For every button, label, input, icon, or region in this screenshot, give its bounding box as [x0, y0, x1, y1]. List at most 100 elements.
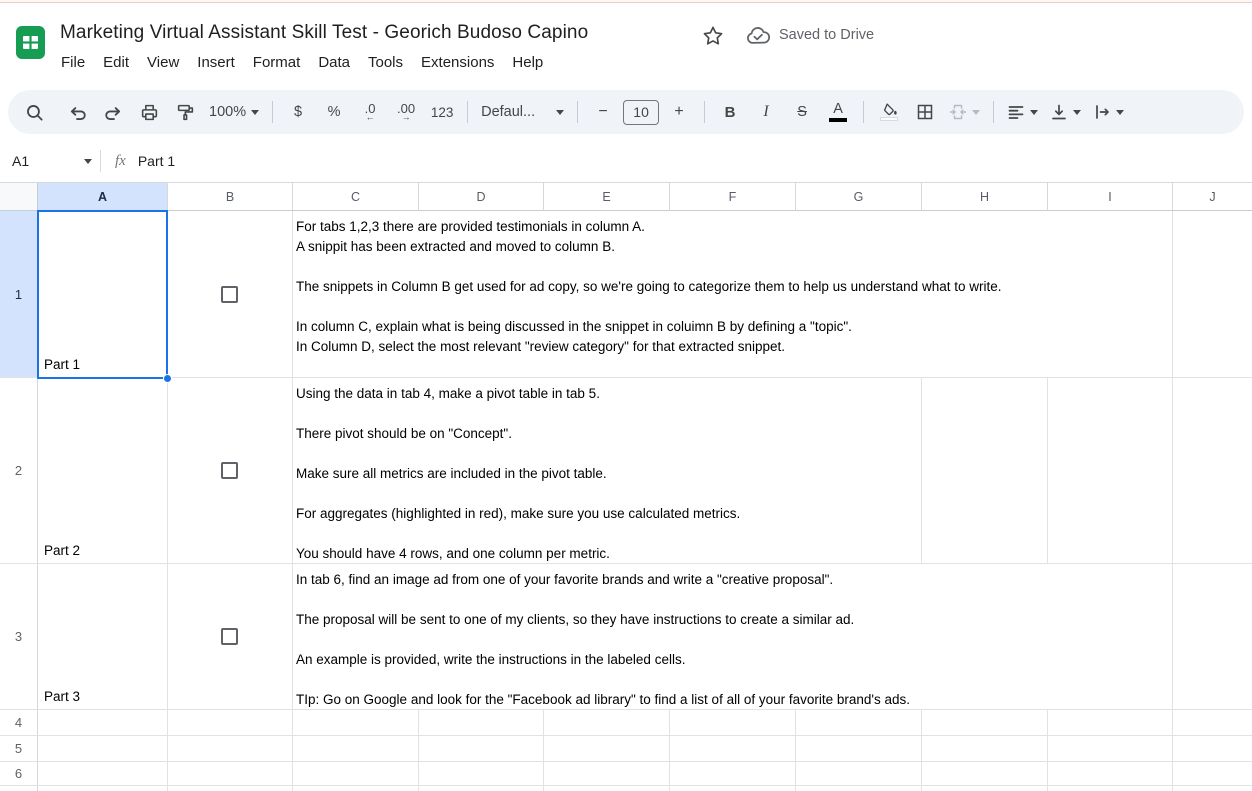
- column-header-b[interactable]: B: [168, 183, 293, 211]
- vertical-align-button[interactable]: [1047, 97, 1084, 127]
- column-header-g[interactable]: G: [796, 183, 922, 211]
- menu-extensions[interactable]: Extensions: [412, 51, 503, 74]
- text-wrapping-button[interactable]: [1090, 97, 1127, 127]
- row-header-7-partial[interactable]: [0, 786, 38, 791]
- cell-b2-checkbox[interactable]: [221, 462, 238, 479]
- divider: [993, 101, 995, 123]
- cell-c3[interactable]: In tab 6, find an image ad from one of y…: [296, 570, 1252, 710]
- column-header-f[interactable]: F: [670, 183, 796, 211]
- row-header-2[interactable]: 2: [0, 378, 38, 564]
- menu-insert[interactable]: Insert: [188, 51, 244, 74]
- font-selector[interactable]: Defaul...: [478, 97, 567, 127]
- row-5[interactable]: [38, 736, 1252, 762]
- divider: [467, 101, 469, 123]
- google-sheets-window: Marketing Virtual Assistant Skill Test -…: [0, 0, 1252, 791]
- divider: [704, 101, 706, 123]
- more-formats-button[interactable]: 123: [427, 97, 457, 127]
- bold-button[interactable]: B: [715, 97, 745, 127]
- column-header-e[interactable]: E: [544, 183, 670, 211]
- cell-a3[interactable]: Part 3: [44, 689, 80, 704]
- increase-font-size-button[interactable]: +: [664, 97, 694, 127]
- row-header-4[interactable]: 4: [0, 710, 38, 736]
- format-currency-button[interactable]: $: [283, 97, 313, 127]
- row-header-3[interactable]: 3: [0, 564, 38, 710]
- decrease-decimal-button[interactable]: .0 ←: [355, 97, 385, 127]
- menubar: File Edit View Insert Format Data Tools …: [52, 51, 552, 74]
- star-icon[interactable]: [700, 23, 726, 49]
- name-box[interactable]: A1: [0, 153, 100, 169]
- menu-data[interactable]: Data: [309, 51, 359, 74]
- row-6[interactable]: [38, 762, 1252, 786]
- menu-edit[interactable]: Edit: [94, 51, 138, 74]
- menu-help[interactable]: Help: [503, 51, 552, 74]
- horizontal-align-button[interactable]: [1004, 97, 1041, 127]
- row-1: Part 1 For tabs 1,2,3 there are provided…: [38, 211, 1252, 378]
- paint-format-button[interactable]: [170, 97, 200, 127]
- fill-color-swatch: [880, 117, 899, 121]
- document-title[interactable]: Marketing Virtual Assistant Skill Test -…: [60, 22, 588, 44]
- chevron-down-icon: [1116, 109, 1125, 115]
- row-4[interactable]: [38, 710, 1252, 736]
- print-button[interactable]: [134, 97, 164, 127]
- formula-input[interactable]: Part 1: [138, 153, 175, 169]
- fx-icon: fx: [115, 152, 126, 169]
- zoom-control[interactable]: 100%: [206, 97, 262, 127]
- sheets-logo-icon[interactable]: [14, 26, 47, 59]
- cell-a2[interactable]: Part 2: [44, 543, 80, 558]
- zoom-value: 100%: [209, 104, 247, 120]
- chevron-down-icon: [972, 109, 981, 115]
- chevron-down-icon: [556, 109, 565, 115]
- row-3: Part 3 In tab 6, find an image ad from o…: [38, 564, 1252, 710]
- column-header-h[interactable]: H: [922, 183, 1048, 211]
- cell-c1[interactable]: For tabs 1,2,3 there are provided testim…: [296, 217, 1252, 357]
- menu-tools[interactable]: Tools: [359, 51, 412, 74]
- cell-b3-checkbox[interactable]: [221, 628, 238, 645]
- column-header-d[interactable]: D: [419, 183, 544, 211]
- top-strip: [0, 0, 1252, 3]
- menu-format[interactable]: Format: [244, 51, 310, 74]
- name-box-value: A1: [12, 153, 30, 169]
- undo-button[interactable]: [62, 97, 92, 127]
- text-color-swatch: [829, 118, 848, 122]
- search-icon[interactable]: [19, 97, 49, 127]
- redo-button[interactable]: [98, 97, 128, 127]
- row-2: Part 2 Using the data in tab 4, make a p…: [38, 378, 1252, 564]
- menu-file[interactable]: File: [52, 51, 94, 74]
- saved-status-label[interactable]: Saved to Drive: [779, 27, 874, 43]
- menu-view[interactable]: View: [138, 51, 188, 74]
- format-percent-button[interactable]: %: [319, 97, 349, 127]
- chevron-down-icon: [1073, 109, 1082, 115]
- column-header-i[interactable]: I: [1048, 183, 1173, 211]
- row-header-5[interactable]: 5: [0, 736, 38, 762]
- divider: [863, 101, 865, 123]
- fill-color-button[interactable]: [874, 97, 904, 127]
- chevron-down-icon: [1030, 109, 1039, 115]
- saved-to-drive-cloud-icon[interactable]: [744, 24, 772, 48]
- cell-c2[interactable]: Using the data in tab 4, make a pivot ta…: [296, 384, 1252, 564]
- font-name-value: Defaul...: [481, 104, 536, 120]
- decrease-font-size-button[interactable]: −: [588, 97, 618, 127]
- cell-b1-checkbox[interactable]: [221, 286, 238, 303]
- toolbar: 100% $ % .0 ← .00 → 123 Defaul... − 10 + B…: [8, 90, 1244, 134]
- divider: [577, 101, 579, 123]
- italic-button[interactable]: I: [751, 97, 781, 127]
- divider: [100, 150, 101, 172]
- text-color-button[interactable]: A: [823, 97, 853, 127]
- row-header-1[interactable]: 1: [0, 211, 38, 378]
- borders-button[interactable]: [910, 97, 940, 127]
- formula-bar: A1 fx Part 1: [0, 140, 1252, 183]
- increase-decimal-button[interactable]: .00 →: [391, 97, 421, 127]
- row-7-partial[interactable]: [38, 786, 1252, 791]
- fill-handle[interactable]: [163, 374, 172, 383]
- font-size-input[interactable]: 10: [623, 99, 660, 125]
- row-header-6[interactable]: 6: [0, 762, 38, 786]
- strikethrough-button[interactable]: S: [787, 97, 817, 127]
- column-header-j[interactable]: J: [1173, 183, 1252, 211]
- cell-a1[interactable]: Part 1: [44, 357, 80, 372]
- column-header-a[interactable]: A: [38, 183, 168, 211]
- merge-cells-button: [946, 97, 983, 127]
- column-header-c[interactable]: C: [293, 183, 419, 211]
- chevron-down-icon: [84, 158, 92, 164]
- spreadsheet-grid: A B C D E F G H I J 1 2 3 4 5 6 Part 1 F…: [0, 183, 1252, 791]
- select-all-corner[interactable]: [0, 183, 38, 211]
